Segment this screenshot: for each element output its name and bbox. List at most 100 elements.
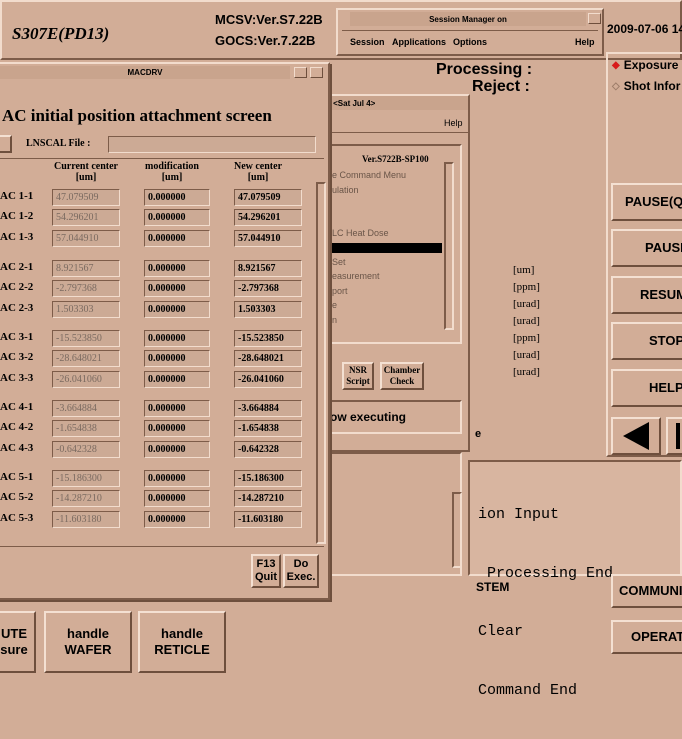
new-center-field: 47.079509	[234, 189, 302, 206]
session-manager-titlebar[interactable]: Session Manager on	[350, 12, 586, 26]
modification-field[interactable]: 0.000000	[144, 209, 210, 226]
help-button[interactable]: HELP	[611, 369, 682, 407]
modification-field[interactable]: 0.000000	[144, 511, 210, 528]
nsr-script-button[interactable]: NSR Script	[342, 362, 374, 390]
console-line: Clear	[478, 623, 524, 640]
modification-field[interactable]: 0.000000	[144, 350, 210, 367]
pause-button[interactable]: PAUSE	[611, 229, 682, 267]
operato-button[interactable]: OPERATO	[611, 620, 682, 654]
prev-page-button[interactable]	[611, 417, 661, 455]
menu-item[interactable]: port	[332, 284, 442, 299]
current-center-field: 47.079509	[52, 189, 120, 206]
new-center-field: -28.648021	[234, 350, 302, 367]
menu-session[interactable]: Session	[350, 37, 385, 47]
macdrv-minimize-button[interactable]	[294, 67, 307, 78]
command-menu-titlebar[interactable]: n <Sat Jul 4>	[320, 96, 468, 110]
handle-wafer-button[interactable]: handle WAFER	[44, 611, 132, 673]
values-scrollbar[interactable]	[316, 182, 326, 544]
divider	[320, 132, 468, 133]
modification-field[interactable]: 0.000000	[144, 280, 210, 297]
session-menubar: Session Applications Options Help	[342, 30, 598, 52]
modification-field[interactable]: 0.000000	[144, 189, 210, 206]
menu-options[interactable]: Options	[453, 37, 487, 47]
current-center-field: -15.186300	[52, 470, 120, 487]
mac-row-label: AC 1-2	[0, 210, 34, 222]
menu-item[interactable]: Set	[332, 255, 442, 270]
handle-wafer-line1: handle	[67, 626, 109, 642]
unit-label: [ppm]	[513, 332, 540, 344]
minimize-button[interactable]	[588, 13, 601, 24]
do-exec-button[interactable]: Do Exec.	[283, 554, 319, 588]
communic-button[interactable]: COMMUNIC	[611, 574, 682, 608]
modification-field[interactable]: 0.000000	[144, 260, 210, 277]
current-center-field: -28.648021	[52, 350, 120, 367]
current-center-field: 8.921567	[52, 260, 120, 277]
menu-item-selected[interactable]	[332, 242, 442, 253]
modification-field[interactable]: 0.000000	[144, 230, 210, 247]
menu-item[interactable]: n	[332, 313, 442, 328]
text-panel	[324, 452, 462, 576]
macdrv-titlebar[interactable]: MACDRV	[0, 66, 290, 79]
modification-field[interactable]: 0.000000	[144, 470, 210, 487]
console-text: ion Input Processing End Clear Command E…	[478, 466, 613, 739]
menu-item[interactable]: LC Heat Dose	[332, 226, 442, 241]
resume-button[interactable]: RESUM	[611, 276, 682, 314]
mac-row-label: AC 5-2	[0, 491, 34, 503]
col-current-unit: [um]	[75, 172, 97, 183]
console-line: ion Input	[478, 506, 560, 523]
lnscal-select-button[interactable]	[0, 135, 12, 153]
mac-row-label: AC 4-2	[0, 421, 34, 433]
chamber-check-button[interactable]: Chamber Check	[380, 362, 424, 390]
mac-row-label: AC 2-1	[0, 261, 34, 273]
scrollbar-vertical[interactable]	[452, 492, 462, 568]
mac-row-label: AC 3-2	[0, 351, 34, 363]
modification-field[interactable]: 0.000000	[144, 301, 210, 318]
current-center-field: 54.296201	[52, 209, 120, 226]
modification-field[interactable]: 0.000000	[144, 330, 210, 347]
menu-item[interactable]	[332, 197, 442, 212]
current-center-field: -1.654838	[52, 420, 120, 437]
handle-reticle-line2: RETICLE	[154, 642, 210, 657]
next-page-button[interactable]	[666, 417, 682, 455]
execute-line2: sure	[0, 642, 28, 657]
menu-applications[interactable]: Applications	[392, 37, 446, 47]
divider	[0, 546, 324, 547]
modification-field[interactable]: 0.000000	[144, 400, 210, 417]
col-mod-header: modification [um]	[134, 161, 210, 183]
macdrv-maximize-button[interactable]	[310, 67, 323, 78]
do-label: Do	[293, 557, 309, 570]
menu-item[interactable]	[332, 212, 442, 227]
modification-field[interactable]: 0.000000	[144, 490, 210, 507]
nsr-script-line2: Script	[346, 376, 370, 386]
nsr-script-line1: NSR	[348, 365, 367, 376]
lnscal-file-field[interactable]	[108, 136, 316, 153]
modification-field[interactable]: 0.000000	[144, 371, 210, 388]
f13-quit-button[interactable]: F13 Quit	[251, 554, 281, 588]
mcsv-version: MCSV:Ver.S7.22B	[215, 12, 323, 27]
modification-field[interactable]: 0.000000	[144, 420, 210, 437]
stop-button[interactable]: STOP	[611, 322, 682, 360]
session-manager-title: Session Manager on	[429, 14, 507, 24]
mac-row-label: AC 4-3	[0, 442, 34, 454]
mac-row-label: AC 5-1	[0, 471, 34, 483]
new-center-field: 54.296201	[234, 209, 302, 226]
menu-list: e Command Menu ulation LC Heat Dose Set …	[332, 168, 442, 327]
reject-label: Reject :	[472, 78, 530, 95]
menu-scrollbar[interactable]	[444, 162, 454, 330]
mac-row-label: AC 5-3	[0, 512, 34, 524]
new-center-field: -15.523850	[234, 330, 302, 347]
menu-item[interactable]: easurement	[332, 269, 442, 284]
command-menu-help[interactable]: Help	[444, 118, 463, 128]
menu-help[interactable]: Help	[575, 37, 595, 47]
menu-item[interactable]: ulation	[332, 183, 442, 198]
modification-field[interactable]: 0.000000	[144, 441, 210, 458]
new-center-field: -15.186300	[234, 470, 302, 487]
menu-item[interactable]: e Command Menu	[332, 168, 442, 183]
handle-reticle-line1: handle	[161, 626, 203, 642]
pause-quit-button[interactable]: PAUSE(Qu	[611, 183, 682, 221]
execute-button[interactable]: UTE sure	[0, 611, 36, 673]
handle-reticle-button[interactable]: handle RETICLE	[138, 611, 226, 673]
current-center-field: -14.287210	[52, 490, 120, 507]
menu-item[interactable]: e	[332, 298, 442, 313]
machine-id-label: S307E(PD13)	[12, 24, 110, 43]
